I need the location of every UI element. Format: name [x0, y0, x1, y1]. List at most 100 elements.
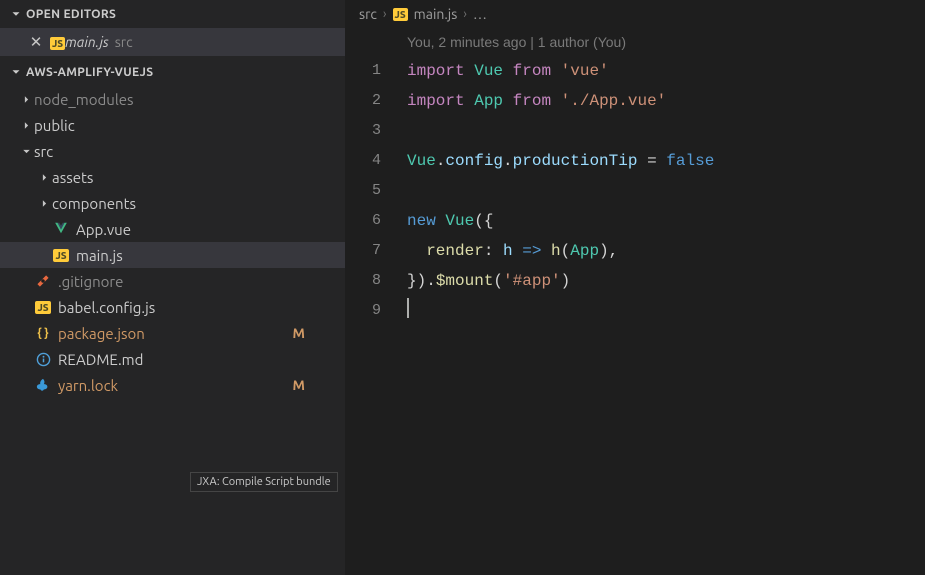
open-editor-name: main.js	[65, 34, 109, 50]
chevron-right-icon: ›	[383, 7, 387, 21]
code-token: productionTip	[513, 152, 638, 170]
sidebar: OPEN EDITORS ✕ JS main.js src AWS-AMPLIF…	[0, 0, 345, 575]
explorer-title: AWS-AMPLIFY-VUEJS	[26, 66, 153, 79]
tree-item-label: README.md	[58, 351, 143, 368]
info-file-icon	[34, 350, 52, 368]
tree-item-label: main.js	[76, 247, 123, 264]
chevron-down-icon	[18, 143, 34, 159]
code-token: .	[436, 152, 446, 170]
tree-item-label: components	[52, 195, 136, 212]
explorer-header[interactable]: AWS-AMPLIFY-VUEJS	[0, 58, 345, 86]
twist-spacer	[36, 221, 52, 237]
code-token: )	[561, 272, 571, 290]
code-token: App	[474, 92, 503, 110]
code-line[interactable]: import App from './App.vue'	[407, 86, 925, 116]
tree-item-label: package.json	[58, 325, 145, 342]
twist-spacer	[18, 377, 34, 393]
code-token: render	[426, 242, 484, 260]
code-token: }).	[407, 272, 436, 290]
tree-file[interactable]: README.md	[0, 346, 345, 372]
codelens[interactable]: You, 2 minutes ago | 1 author (You)	[407, 28, 925, 56]
tree-file[interactable]: JSbabel.config.js	[0, 294, 345, 320]
line-number: 8	[345, 266, 403, 296]
code-content[interactable]: You, 2 minutes ago | 1 author (You) impo…	[403, 28, 925, 575]
line-number: 3	[345, 116, 403, 146]
code-token: config	[445, 152, 503, 170]
yarn-file-icon	[34, 376, 52, 394]
twist-spacer	[18, 351, 34, 367]
code-token: (	[561, 242, 571, 260]
code-token: ),	[599, 242, 618, 260]
line-number: 7	[345, 236, 403, 266]
open-editor-item[interactable]: ✕ JS main.js src	[0, 28, 345, 56]
code-line[interactable]	[407, 116, 925, 146]
code-token: $mount	[436, 272, 494, 290]
line-number: 4	[345, 146, 403, 176]
tree-item-label: public	[34, 117, 75, 134]
code-line[interactable]: render: h => h(App),	[407, 236, 925, 266]
code-token: import	[407, 62, 474, 80]
tree-file[interactable]: App.vue	[0, 216, 345, 242]
js-file-icon: JS	[52, 246, 70, 264]
code-area[interactable]: 123456789 You, 2 minutes ago | 1 author …	[345, 28, 925, 575]
twist-spacer	[18, 273, 34, 289]
line-number: 5	[345, 176, 403, 206]
code-line[interactable]: new Vue({	[407, 206, 925, 236]
code-line[interactable]: Vue.config.productionTip = false	[407, 146, 925, 176]
tree-folder[interactable]: components	[0, 190, 345, 216]
open-editors-title: OPEN EDITORS	[26, 8, 116, 21]
code-token: (	[493, 272, 503, 290]
code-token: =>	[522, 242, 541, 260]
breadcrumb-part[interactable]: src	[359, 6, 377, 22]
breadcrumb-trailing[interactable]: …	[473, 6, 487, 22]
code-token: '#app'	[503, 272, 561, 290]
chevron-right-icon	[18, 91, 34, 107]
open-editors-header[interactable]: OPEN EDITORS	[0, 0, 345, 28]
tree-item-label: assets	[52, 169, 93, 186]
tree-item-label: node_modules	[34, 91, 134, 108]
code-line[interactable]: }).$mount('#app')	[407, 266, 925, 296]
code-token: =	[637, 152, 666, 170]
twist-spacer	[18, 299, 34, 315]
js-file-icon: JS	[393, 8, 408, 21]
tree-folder[interactable]: public	[0, 112, 345, 138]
vue-file-icon	[52, 220, 70, 238]
code-line[interactable]	[407, 296, 925, 326]
scm-badge: M	[293, 377, 305, 393]
tree-file[interactable]: .gitignore	[0, 268, 345, 294]
line-number: 1	[345, 56, 403, 86]
editor-pane: src › JS main.js › … 123456789 You, 2 mi…	[345, 0, 925, 575]
code-token	[513, 242, 523, 260]
tree-file[interactable]: yarn.lockM	[0, 372, 345, 398]
code-line[interactable]	[407, 176, 925, 206]
code-token: :	[484, 242, 503, 260]
line-number: 9	[345, 296, 403, 326]
code-token: Vue	[445, 212, 474, 230]
code-token: from	[513, 92, 561, 110]
code-token	[541, 242, 551, 260]
tree-folder[interactable]: src	[0, 138, 345, 164]
js-file-icon: JS	[50, 34, 65, 50]
line-number-gutter: 123456789	[345, 28, 403, 575]
js-file-icon: JS	[34, 298, 52, 316]
code-token: 'vue'	[561, 62, 609, 80]
twist-spacer	[18, 325, 34, 341]
code-token: .	[503, 152, 513, 170]
twist-spacer	[36, 247, 52, 263]
tree-file[interactable]: { }package.jsonM	[0, 320, 345, 346]
tree-file[interactable]: JS main.js	[0, 242, 345, 268]
breadcrumbs[interactable]: src › JS main.js › …	[345, 0, 925, 28]
code-token: Vue	[407, 152, 436, 170]
chevron-right-icon	[18, 117, 34, 133]
line-number: 2	[345, 86, 403, 116]
code-token: './App.vue'	[561, 92, 667, 110]
tree-item-label: App.vue	[76, 221, 131, 238]
chevron-down-icon	[8, 6, 24, 22]
scm-badge: M	[293, 325, 305, 341]
tree-folder[interactable]: assets	[0, 164, 345, 190]
close-icon[interactable]: ✕	[28, 34, 44, 50]
tree-folder[interactable]: node_modules	[0, 86, 345, 112]
breadcrumb-part[interactable]: main.js	[414, 6, 458, 22]
code-line[interactable]: import Vue from 'vue'	[407, 56, 925, 86]
line-number: 6	[345, 206, 403, 236]
